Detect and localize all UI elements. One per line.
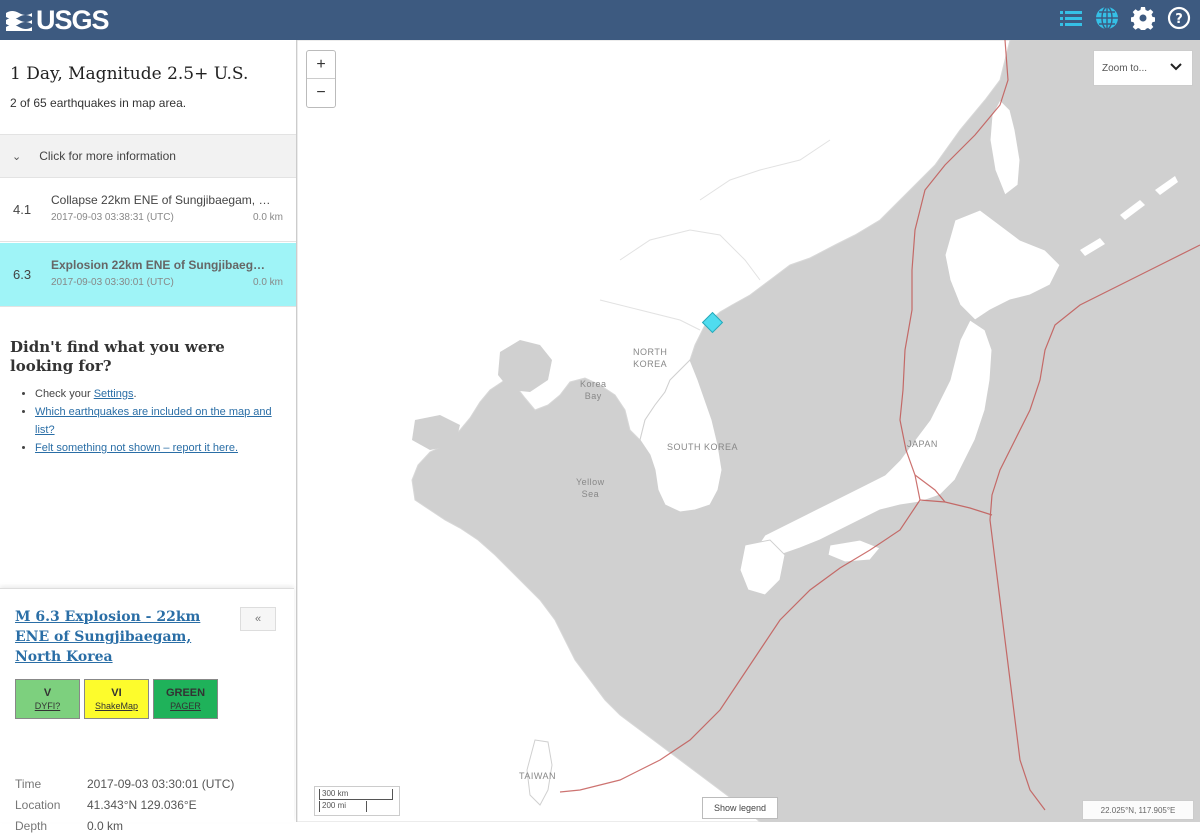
map-label-taiwan: TAIWAN bbox=[519, 771, 556, 781]
eq-time: 2017-09-03 03:30:01 (UTC) bbox=[51, 277, 174, 288]
map-label-south-korea: SOUTH KOREA bbox=[667, 442, 739, 452]
pager-badge[interactable]: GREEN PAGER bbox=[153, 679, 218, 719]
usgs-logo[interactable]: USGS bbox=[6, 3, 110, 37]
eq-depth: 0.0 km bbox=[252, 212, 283, 223]
settings-link[interactable]: Settings bbox=[94, 388, 134, 400]
shakemap-badge[interactable]: VI ShakeMap bbox=[84, 679, 149, 719]
collapse-card-button[interactable]: « bbox=[240, 607, 276, 631]
usgs-wave-icon bbox=[6, 11, 32, 31]
eq-time: 2017-09-03 03:38:31 (UTC) bbox=[51, 212, 174, 223]
eq-magnitude: 4.1 bbox=[13, 202, 32, 217]
chevron-down-icon: ⌄ bbox=[12, 150, 22, 163]
earthquake-detail-card: M 6.3 Explosion - 22km ENE of Sungjibaeg… bbox=[0, 588, 294, 833]
svg-text:?: ? bbox=[1175, 12, 1183, 27]
help-heading: Didn't find what you were looking for? bbox=[10, 338, 225, 375]
help-item-report: Felt something not shown – report it her… bbox=[35, 439, 283, 457]
event-title-link[interactable]: M 6.3 Explosion - 22km ENE of Sungjibaeg… bbox=[15, 607, 225, 667]
eq-title: Explosion 22km ENE of Sungjibaeg… bbox=[51, 258, 266, 272]
cursor-coordinates: 22.025°N, 117.905°E bbox=[1082, 800, 1194, 820]
report-felt-link[interactable]: Felt something not shown – report it her… bbox=[35, 442, 238, 454]
eq-magnitude: 6.3 bbox=[13, 267, 32, 282]
map-label-korea-bay: Korea Bay bbox=[580, 379, 607, 401]
usgs-logo-text: USGS bbox=[36, 4, 110, 35]
map-label-japan: JAPAN bbox=[907, 439, 938, 449]
zoom-to-select[interactable]: Zoom to... bbox=[1093, 50, 1193, 86]
more-info-toggle[interactable]: ⌄ Click for more information bbox=[0, 134, 296, 178]
gear-icon[interactable] bbox=[1130, 5, 1156, 31]
map-label-north-korea: NORTH KOREA bbox=[633, 347, 668, 369]
scale-mi: 200 mi bbox=[319, 801, 367, 812]
earthquake-list-panel: 1 Day, Magnitude 2.5+ U.S. 2 of 65 earth… bbox=[0, 40, 297, 833]
more-info-label: Click for more information bbox=[39, 149, 176, 163]
globe-icon[interactable] bbox=[1094, 5, 1120, 31]
impact-badges: V DYFI? VI ShakeMap GREEN PAGER bbox=[15, 679, 218, 719]
help-list: Check your Settings. Which earthquakes a… bbox=[21, 385, 283, 457]
show-legend-button[interactable]: Show legend bbox=[702, 797, 778, 819]
scale-km: 300 km bbox=[319, 789, 393, 800]
zoom-out-button[interactable]: − bbox=[307, 79, 335, 107]
app-header: USGS ? bbox=[0, 0, 1200, 40]
which-earthquakes-link[interactable]: Which earthquakes are included on the ma… bbox=[35, 406, 272, 436]
help-item-which-earthquakes: Which earthquakes are included on the ma… bbox=[35, 403, 283, 439]
list-icon[interactable] bbox=[1058, 5, 1084, 31]
event-location-row: Location 41.343°N 129.036°E bbox=[15, 798, 197, 812]
earthquake-list-item-selected[interactable]: 6.3 Explosion 22km ENE of Sungjibaeg… 20… bbox=[0, 243, 296, 307]
map-view[interactable]: NORTH KOREA SOUTH KOREA JAPAN Korea Bay … bbox=[297, 40, 1200, 822]
zoom-in-button[interactable]: + bbox=[307, 51, 335, 79]
earthquake-list-item[interactable]: 4.1 Collapse 22km ENE of Sungjibaegam, …… bbox=[0, 178, 296, 242]
help-item-settings: Check your Settings. bbox=[35, 385, 283, 403]
map-scale: 300 km 200 mi bbox=[314, 786, 400, 816]
help-icon[interactable]: ? bbox=[1166, 5, 1192, 31]
eq-depth: 0.0 km bbox=[252, 277, 283, 288]
list-title: 1 Day, Magnitude 2.5+ U.S. bbox=[10, 64, 249, 84]
event-depth-row: Depth 0.0 km bbox=[15, 819, 124, 833]
event-time-row: Time 2017-09-03 03:30:01 (UTC) bbox=[15, 777, 235, 791]
zoom-control: + − bbox=[306, 50, 336, 108]
chevron-down-icon bbox=[1170, 63, 1182, 71]
map-label-yellow-sea: Yellow Sea bbox=[576, 477, 605, 499]
dyfi-badge[interactable]: V DYFI? bbox=[15, 679, 80, 719]
zoom-to-label: Zoom to... bbox=[1102, 62, 1148, 74]
earthquake-count: 2 of 65 earthquakes in map area. bbox=[10, 96, 187, 110]
basemap bbox=[297, 40, 1200, 822]
eq-title: Collapse 22km ENE of Sungjibaegam, … bbox=[51, 193, 271, 207]
